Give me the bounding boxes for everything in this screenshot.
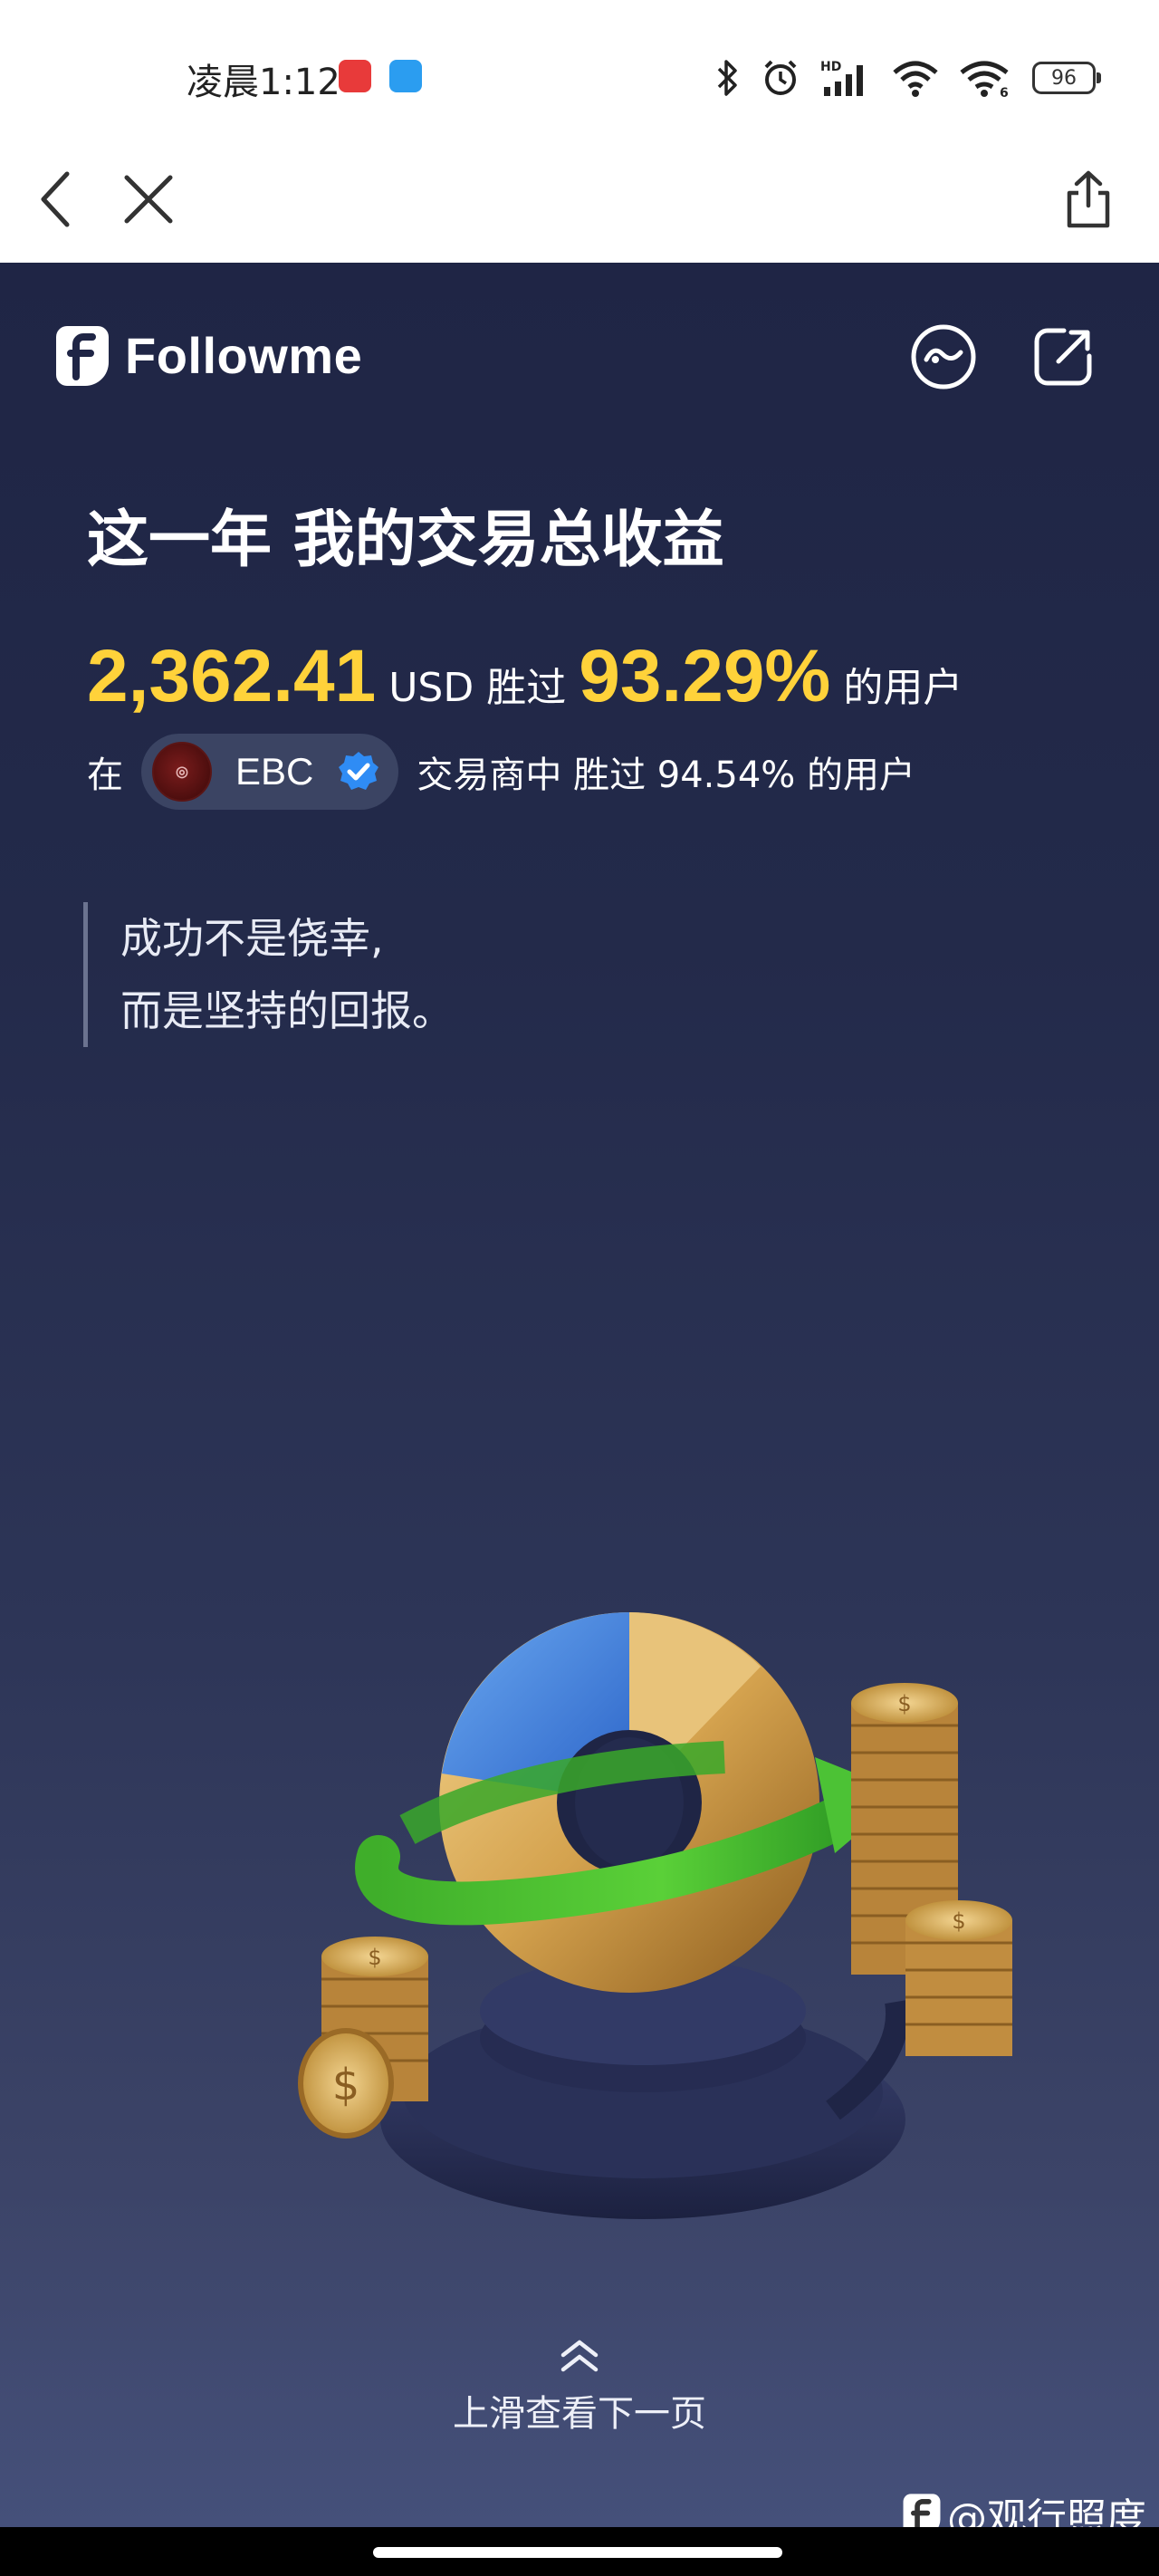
svg-text:6: 6 <box>1000 86 1009 98</box>
share-button[interactable] <box>1052 163 1125 235</box>
gesture-bar <box>0 2527 1159 2576</box>
cellular-signal-icon: HD <box>820 60 863 96</box>
wifi-6-icon: 6 <box>960 61 1009 98</box>
page-title: 这一年 我的交易总收益 <box>87 505 724 576</box>
cloud-app-icon <box>389 60 422 92</box>
svg-text:$: $ <box>897 1691 911 1716</box>
game-button[interactable] <box>909 322 978 391</box>
brand-name: Followme <box>125 326 363 384</box>
game-controller-icon <box>911 324 976 389</box>
users-label: 的用户 <box>843 665 963 711</box>
quote-line-2: 而是坚持的回报。 <box>120 986 454 1035</box>
status-icons: HD 6 96 <box>714 53 1101 103</box>
battery-indicator: 96 <box>1032 62 1101 94</box>
profit-summary: 2,362.41 USD 胜过 93.29% 的用户 <box>87 634 975 719</box>
chevron-left-icon <box>41 171 70 227</box>
svg-text:$: $ <box>952 1908 965 1934</box>
broker-prefix: 在 <box>87 755 123 796</box>
broker-name: EBC <box>235 750 314 793</box>
alarm-icon <box>764 60 797 95</box>
profit-amount: 2,362.41 <box>87 635 377 717</box>
platform <box>380 1956 910 2219</box>
battery-level: 96 <box>1051 66 1077 90</box>
beat-label: 胜过 <box>486 665 567 711</box>
brand: Followme <box>54 324 362 386</box>
swipe-up-hint[interactable]: 上滑查看下一页 <box>0 2337 1159 2437</box>
wifi-icon <box>893 61 938 97</box>
external-link-icon <box>1034 328 1092 386</box>
close-icon <box>124 175 173 224</box>
svg-text:HD: HD <box>820 60 841 74</box>
report-card: Followme 这一年 我的交易总收益 2,362.41 USD 胜过 93.… <box>0 263 1159 2527</box>
verified-badge-icon <box>339 752 379 790</box>
bluetooth-icon <box>717 60 737 96</box>
close-button[interactable] <box>112 163 185 235</box>
quote-block: 成功不是侥幸, 而是坚持的回报。 <box>83 902 454 1047</box>
home-indicator[interactable] <box>373 2547 782 2558</box>
broker-logo: ◎ <box>152 742 212 802</box>
svg-text:$: $ <box>332 2060 360 2110</box>
donut-chart-illustration: $ $ $ $ <box>298 1612 1012 2219</box>
share-icon <box>1067 170 1110 228</box>
currency-label: USD <box>388 665 474 711</box>
beat-percent: 93.29% <box>579 635 831 717</box>
svg-text:$: $ <box>368 1945 381 1970</box>
broker-ranking: 在 ◎ EBC 交易商中 胜过 94.54% 的用户 <box>87 734 915 810</box>
open-external-button[interactable] <box>1029 322 1097 391</box>
coin-stack-right: $ $ <box>851 1683 1012 2056</box>
browser-nav-bar <box>0 136 1159 263</box>
broker-badge[interactable]: ◎ EBC <box>141 734 399 810</box>
swipe-up-label: 上滑查看下一页 <box>453 2393 706 2435</box>
broker-rank-text: 交易商中 胜过 94.54% 的用户 <box>417 755 916 796</box>
app-notification-icon <box>339 60 371 92</box>
status-bar: 凌晨1:12 HD 6 96 <box>0 0 1159 136</box>
followme-logo-icon <box>56 326 109 386</box>
back-button[interactable] <box>20 163 92 235</box>
double-chevron-up-icon <box>560 2340 599 2372</box>
quote-line-1: 成功不是侥幸, <box>120 914 384 963</box>
status-time: 凌晨1:12 <box>187 62 340 103</box>
